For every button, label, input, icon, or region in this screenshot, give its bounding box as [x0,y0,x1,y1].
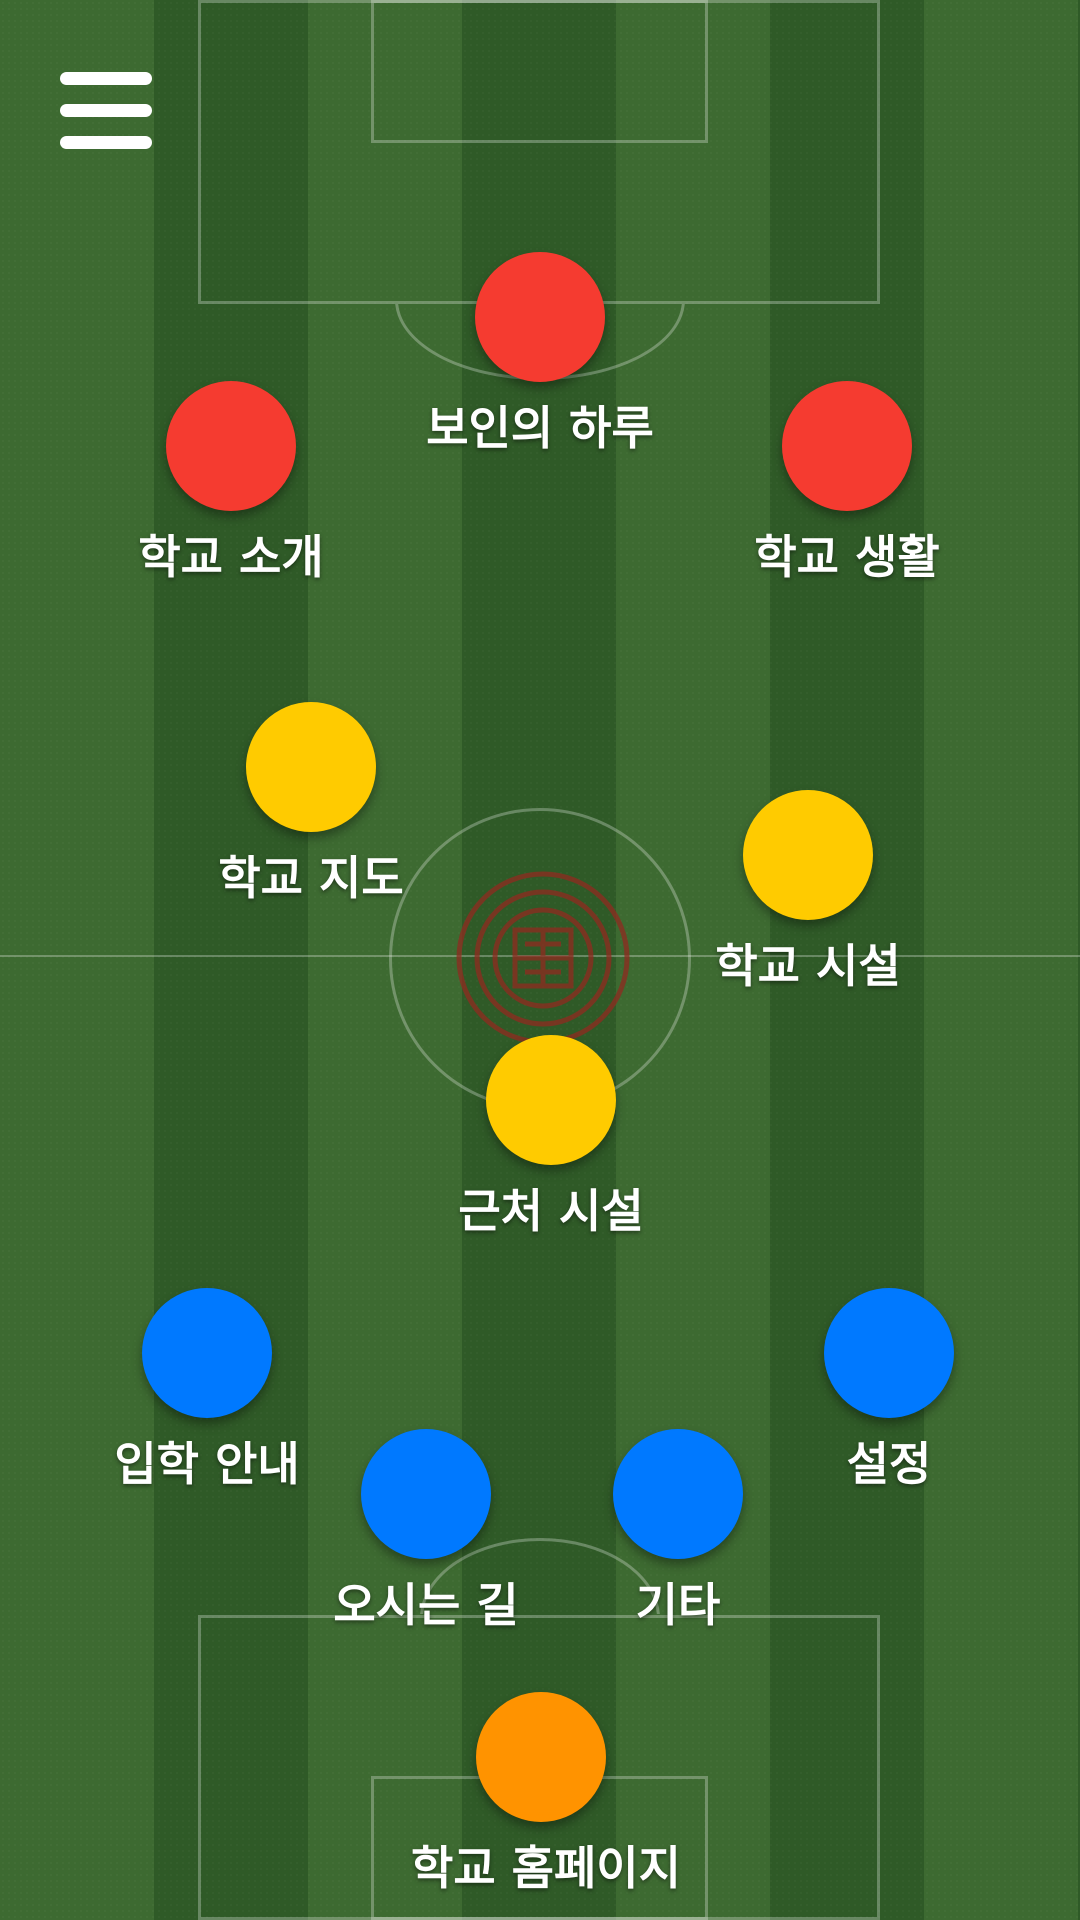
menu-node-school-facilities[interactable]: 학교 시설 [678,790,938,996]
menu-node-nearby-facilities[interactable]: 근처 시설 [421,1035,681,1241]
menu-node-school-intro[interactable]: 학교 소개 [101,381,361,587]
menu-node-dot [782,381,912,511]
menu-node-label: 기타 [635,1578,721,1632]
menu-node-label: 학교 시설 [715,939,901,993]
hamburger-menu-icon [60,104,152,117]
menu-node-dot [475,252,605,382]
menu-node-dot [486,1035,616,1165]
menu-node-school-life[interactable]: 학교 생활 [717,381,977,587]
menu-node-school-homepage[interactable]: 학교 홈페이지 [411,1692,681,1898]
menu-node-dot [142,1288,272,1418]
menu-node-label: 보인의 하루 [426,401,654,455]
menu-node-etc[interactable]: 기타 [548,1429,808,1635]
menu-node-dot [824,1288,954,1418]
menu-node-school-map[interactable]: 학교 지도 [181,702,441,908]
menu-node-dot [743,790,873,920]
menu-node-dot [361,1429,491,1559]
menu-node-label: 학교 지도 [218,851,404,905]
top-goal-box [371,0,708,143]
menu-node-label: 학교 홈페이지 [411,1841,681,1895]
menu-node-bonin-day[interactable]: 보인의 하루 [410,252,670,458]
menu-node-label: 오시는 길 [333,1578,519,1632]
menu-node-label: 근처 시설 [458,1184,644,1238]
menu-node-dot [613,1429,743,1559]
hamburger-menu-button[interactable] [60,72,156,156]
school-emblem-icon [456,871,630,1045]
menu-node-label: 학교 소개 [138,530,324,584]
hamburger-menu-icon [60,136,152,149]
menu-node-dot [246,702,376,832]
hamburger-menu-icon [60,72,152,85]
menu-node-directions[interactable]: 오시는 길 [296,1429,556,1635]
menu-node-dot [166,381,296,511]
menu-node-dot [476,1692,606,1822]
menu-node-label: 학교 생활 [754,530,940,584]
